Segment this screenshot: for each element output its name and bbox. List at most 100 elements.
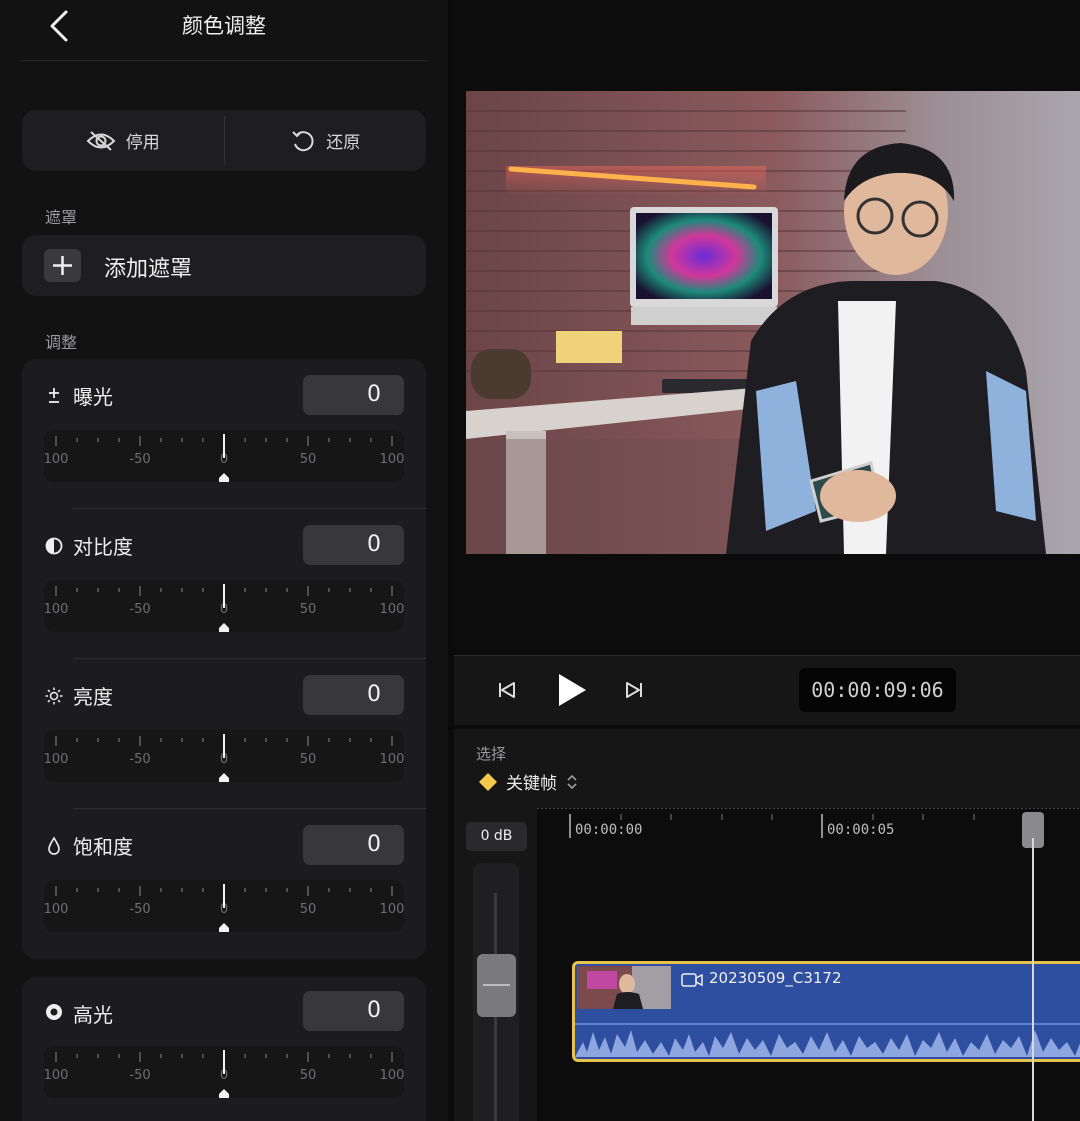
slider-tick-label: 50: [300, 602, 317, 617]
timeline-panel: 选择 关键帧 0 dB 00:00:00 00:00:05 20230509_C…: [454, 729, 1080, 1121]
highlight-icon: [44, 1002, 64, 1022]
video-clip[interactable]: 20230509_C3172: [572, 961, 1080, 1062]
adjustment-card: 高光 0 100 -50 0 50 100: [22, 977, 426, 1121]
adjustment-card: 曝光 0 100 -50 0 50 100 对比度 0 100 -50 0 50 100: [22, 359, 426, 959]
skip-back-icon: [499, 682, 515, 698]
adjustment-value-field[interactable]: 0: [303, 375, 404, 415]
adjustment-value-field[interactable]: 0: [303, 991, 404, 1031]
timecode-display: 00:00:09:06: [799, 668, 956, 712]
editor-area: 00:00:09:06 选择 关键帧 0 dB 00:00:00 00:00:0…: [454, 0, 1080, 1121]
slider-thumb[interactable]: [219, 773, 229, 782]
slider-tick-label: -50: [129, 752, 150, 767]
adjust-section-label: 调整: [45, 333, 78, 352]
slider-tick-label: 50: [300, 452, 317, 467]
slider-scale: 100 -50 0 50 100: [44, 1050, 404, 1098]
slider-tick-label: 50: [300, 902, 317, 917]
adjustment-highlight: 高光 0 100 -50 0 50 100: [22, 977, 426, 1121]
video-frame[interactable]: [466, 91, 1080, 554]
drop-icon: [44, 836, 64, 856]
slider-tick-label: 100: [44, 452, 68, 467]
play-icon: [559, 674, 586, 706]
contrast-icon: [44, 536, 64, 556]
skip-back-button[interactable]: [497, 680, 517, 704]
disable-label: 停用: [125, 133, 160, 153]
adjustment-label: 饱和度: [73, 835, 133, 859]
skip-forward-icon: [626, 682, 642, 698]
slider-tick-label: -50: [129, 902, 150, 917]
adjustment-slider[interactable]: 100 -50 0 50 100: [44, 880, 404, 932]
adjustment-label: 曝光: [73, 385, 113, 409]
slider-scale: 100 -50 0 50 100: [44, 884, 404, 932]
adjustment-slider[interactable]: 100 -50 0 50 100: [44, 430, 404, 482]
slider-tick-label: 100: [44, 752, 68, 767]
video-viewer: [454, 0, 1080, 653]
volume-fader-knob[interactable]: [477, 954, 516, 1017]
volume-value: 0 dB: [466, 822, 527, 851]
volume-column: 0 dB: [454, 808, 537, 1121]
slider-scale: 100 -50 0 50 100: [44, 584, 404, 632]
adjustment-label: 高光: [73, 1003, 113, 1027]
adjustment-contrast: 对比度 0 100 -50 0 50 100: [22, 509, 426, 659]
keyframe-diamond-icon: [479, 772, 497, 791]
slider-thumb[interactable]: [219, 923, 229, 932]
keyframe-label: 关键帧: [506, 774, 557, 794]
slider-tick-label: 50: [300, 1068, 317, 1083]
slider-scale: 100 -50 0 50 100: [44, 434, 404, 482]
slider-tick-label: 100: [44, 1068, 68, 1083]
mask-section-label: 遮罩: [45, 208, 78, 227]
playhead-line: [1032, 838, 1034, 1121]
add-mask-button[interactable]: 添加遮罩: [22, 235, 426, 296]
audio-waveform: [575, 1023, 1080, 1057]
slider-tick-label: 100: [380, 602, 404, 617]
slider-tick-label: -50: [129, 452, 150, 467]
slider-tick-label: 100: [44, 902, 68, 917]
select-label: 选择: [476, 745, 507, 763]
add-mask-label: 添加遮罩: [104, 257, 193, 282]
adjustment-slider[interactable]: 100 -50 0 50 100: [44, 1046, 404, 1098]
color-adjust-panel: 颜色调整 停用 还原 遮罩 添加遮罩 调整 曝光 0 100 -50 0 50 …: [0, 0, 448, 1121]
slider-tick-label: 50: [300, 752, 317, 767]
slider-scale: 100 -50 0 50 100: [44, 734, 404, 782]
skip-forward-button[interactable]: [624, 680, 644, 704]
adjustment-label: 亮度: [73, 685, 113, 709]
ruler-timestamp: 00:00:00: [575, 822, 643, 838]
play-button[interactable]: [556, 672, 588, 712]
divider: [22, 60, 426, 61]
slider-thumb[interactable]: [219, 623, 229, 632]
undo-icon: [292, 130, 314, 151]
video-camera-icon: [681, 973, 703, 987]
adjustment-value-field[interactable]: 0: [303, 825, 404, 865]
slider-thumb[interactable]: [219, 1089, 229, 1098]
transport-bar: 00:00:09:06: [454, 655, 1080, 725]
adjustment-brightness: 亮度 0 100 -50 0 50 100: [22, 659, 426, 809]
slider-tick-label: 100: [380, 1068, 404, 1083]
panel-title: 颜色调整: [182, 14, 266, 38]
slider-tick-label: 100: [380, 902, 404, 917]
plus-minus-icon: [44, 386, 64, 406]
disable-button[interactable]: 停用: [22, 110, 224, 171]
adjustment-slider[interactable]: 100 -50 0 50 100: [44, 580, 404, 632]
reset-label: 还原: [326, 133, 361, 153]
adjustment-slider[interactable]: 100 -50 0 50 100: [44, 730, 404, 782]
action-button-row: 停用 还原: [22, 110, 426, 171]
plus-icon: [44, 249, 81, 282]
slider-tick-label: 100: [380, 452, 404, 467]
keyframe-selector[interactable]: 关键帧: [478, 769, 579, 794]
slider-tick-label: -50: [129, 1068, 150, 1083]
slider-thumb[interactable]: [219, 473, 229, 482]
clip-name: 20230509_C3172: [709, 969, 842, 987]
clip-thumbnail: [577, 966, 671, 1009]
adjustment-exposure: 曝光 0 100 -50 0 50 100: [22, 359, 426, 509]
adjustment-saturation: 饱和度 0 100 -50 0 50 100: [22, 809, 426, 959]
ruler-timestamp: 00:00:05: [827, 822, 895, 838]
adjustment-label: 对比度: [73, 535, 133, 559]
slider-tick-label: 100: [44, 602, 68, 617]
adjustment-value-field[interactable]: 0: [303, 675, 404, 715]
slider-tick-label: -50: [129, 602, 150, 617]
timeline-track-area: 00:00:00 00:00:05 20230509_C3172: [537, 808, 1080, 1121]
reset-button[interactable]: 还原: [225, 110, 427, 171]
slider-tick-label: 100: [380, 752, 404, 767]
adjustment-value-field[interactable]: 0: [303, 525, 404, 565]
eye-slash-icon: [86, 130, 116, 151]
chevron-up-down-icon: [567, 774, 577, 789]
